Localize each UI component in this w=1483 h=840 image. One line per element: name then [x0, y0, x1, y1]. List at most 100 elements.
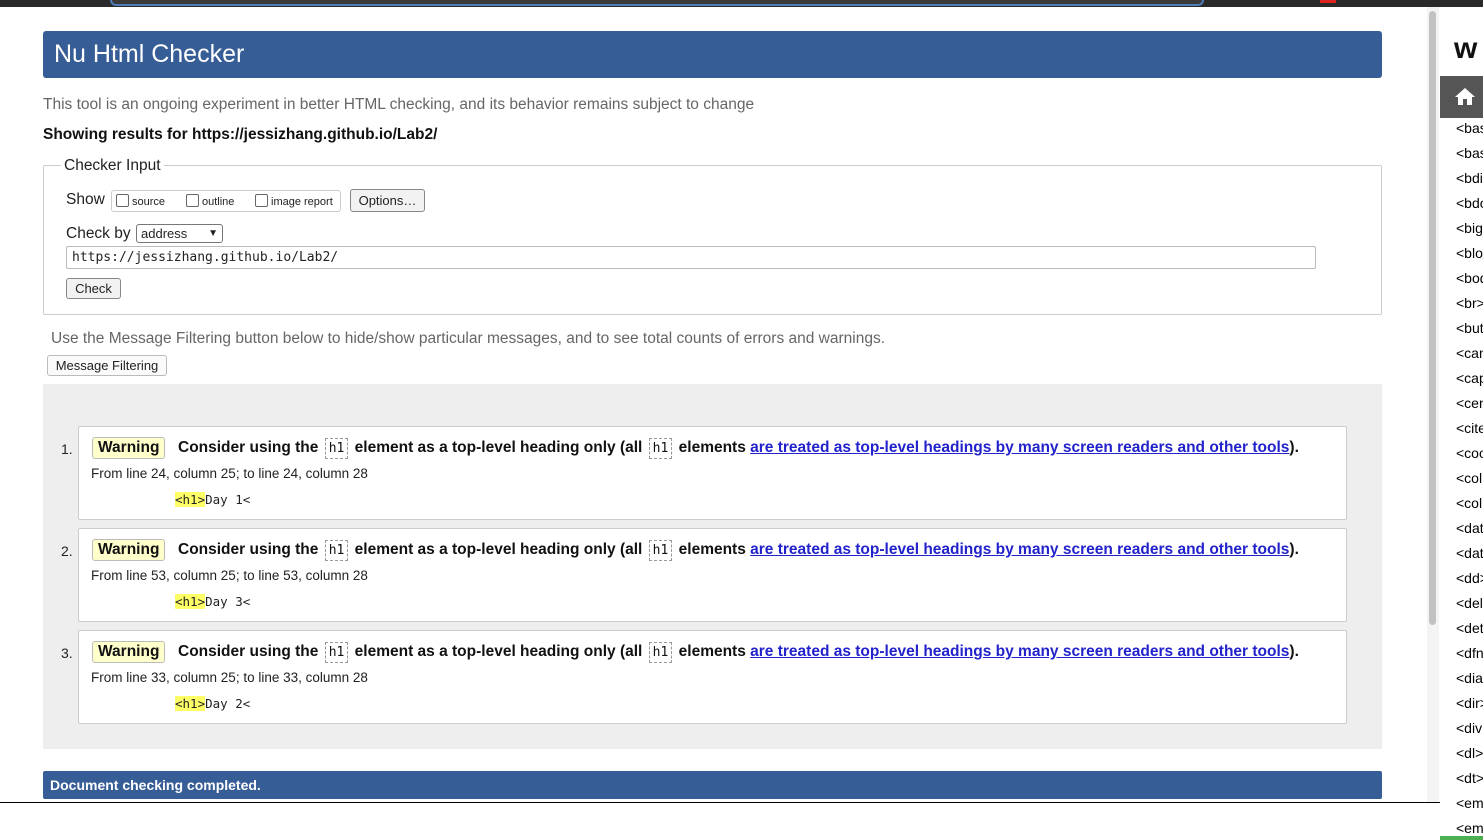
- tag-list-item[interactable]: <dia: [1456, 670, 1483, 686]
- screen-readers-link[interactable]: are treated as top-level headings by man…: [750, 643, 1289, 660]
- checker-input-fieldset: Checker Input Show source outline image …: [43, 157, 1382, 315]
- screen-readers-link[interactable]: are treated as top-level headings by man…: [750, 439, 1289, 456]
- message-text: Consider using the h1 element as a top-l…: [178, 438, 1299, 459]
- tag-list-item[interactable]: <cen: [1456, 395, 1483, 411]
- status-bar: Document checking completed.: [43, 771, 1382, 799]
- checkbox-icon[interactable]: [116, 194, 129, 207]
- tag-list-item[interactable]: <dir>: [1456, 695, 1483, 711]
- source-checkbox[interactable]: source: [116, 194, 165, 208]
- tag-list-item[interactable]: <dfn: [1456, 645, 1483, 661]
- divider: [0, 802, 1440, 803]
- checkbox-icon[interactable]: [186, 194, 199, 207]
- tag-list-item[interactable]: <br>: [1456, 295, 1483, 311]
- tag-list-item[interactable]: <del: [1456, 595, 1483, 611]
- tag-list-item[interactable]: <em: [1456, 795, 1483, 811]
- reference-side-panel: w <bas <bas <bdi <bdo <big <blo <bod <br> <but <c…: [1440, 7, 1483, 840]
- message-location: From line 24, column 25; to line 24, col…: [91, 466, 368, 481]
- warning-badge: Warning: [92, 539, 166, 561]
- tag-list-item[interactable]: <dd>: [1456, 570, 1483, 586]
- tag-list-item[interactable]: <dat: [1456, 545, 1483, 561]
- tag-list-item[interactable]: <bod: [1456, 270, 1483, 286]
- bottom-strip: [0, 802, 1440, 840]
- message-text-part: Consider using the: [178, 541, 319, 558]
- code-extract: <h1>Day 2<: [175, 696, 250, 711]
- tag-list-item[interactable]: <col: [1456, 495, 1482, 511]
- chevron-down-icon: ▼: [208, 228, 218, 239]
- tag-list-item[interactable]: <but: [1456, 320, 1483, 336]
- warning-badge: Warning: [92, 641, 166, 663]
- extract-highlight: <h1>: [175, 492, 206, 507]
- code-token: h1: [324, 438, 349, 459]
- message-text: Consider using the h1 element as a top-l…: [178, 642, 1299, 663]
- message-text-part: Consider using the: [178, 439, 319, 456]
- message-text: Consider using the h1 element as a top-l…: [178, 540, 1299, 561]
- address-bar[interactable]: [110, 0, 1204, 6]
- extract-highlight: <h1>: [175, 696, 206, 711]
- message-location: From line 53, column 25; to line 53, col…: [91, 568, 368, 583]
- screen-readers-link[interactable]: are treated as top-level headings by man…: [750, 541, 1289, 558]
- message-item: 3. Warning Consider using the h1 element…: [61, 630, 1347, 724]
- main-scrollbar[interactable]: [1427, 7, 1439, 802]
- check-by-select[interactable]: address ▼: [136, 224, 223, 243]
- check-by-value: address: [141, 226, 188, 241]
- tag-list-item[interactable]: <dt>: [1456, 770, 1483, 786]
- url-input[interactable]: https://jessizhang.github.io/Lab2/: [66, 246, 1316, 269]
- showing-results: Showing results for https://jessizhang.g…: [43, 126, 438, 143]
- filter-instructions: Use the Message Filtering button below t…: [51, 330, 886, 347]
- results-panel: 1. Warning Consider using the h1 element…: [43, 384, 1382, 749]
- tag-list-item[interactable]: <col: [1456, 470, 1482, 486]
- tag-list-item[interactable]: <dat: [1456, 520, 1483, 536]
- tag-list-item[interactable]: <div: [1456, 720, 1482, 736]
- home-button[interactable]: [1440, 76, 1483, 118]
- home-icon: [1455, 88, 1475, 105]
- message-item: 1. Warning Consider using the h1 element…: [61, 426, 1347, 520]
- options-button[interactable]: Options…: [350, 189, 425, 212]
- message-text-part: ).: [1289, 439, 1299, 456]
- outline-checkbox-label: outline: [202, 196, 235, 208]
- status-text: Document checking completed.: [50, 777, 261, 793]
- page-title: Nu Html Checker: [54, 40, 245, 68]
- tag-list-item[interactable]: <cap: [1456, 370, 1483, 386]
- message-filtering-button[interactable]: Message Filtering: [47, 355, 167, 376]
- tag-list-item[interactable]: <dl>: [1456, 745, 1483, 761]
- record-indicator: [1320, 0, 1336, 3]
- message-text-part: element as a top-level heading only (all: [354, 439, 643, 456]
- tag-list-item[interactable]: <can: [1456, 345, 1483, 361]
- tag-list-item[interactable]: <bdi: [1456, 170, 1483, 186]
- code-token: h1: [648, 540, 673, 561]
- tag-list-item[interactable]: <blo: [1456, 245, 1483, 261]
- checkbox-icon[interactable]: [255, 194, 268, 207]
- tag-list-item[interactable]: <big: [1456, 220, 1483, 236]
- scrollbar-thumb[interactable]: [1429, 11, 1436, 625]
- extract-highlight: <h1>: [175, 594, 206, 609]
- code-token: h1: [648, 642, 673, 663]
- tag-list-item[interactable]: <det: [1456, 620, 1483, 636]
- tag-list-item[interactable]: <bas: [1456, 145, 1483, 161]
- message-number: 3.: [61, 645, 73, 661]
- page-header: Nu Html Checker: [43, 31, 1382, 78]
- message-text-part: ).: [1289, 541, 1299, 558]
- extract-text: Day 1<: [205, 492, 251, 507]
- extract-text: Day 3<: [205, 594, 251, 609]
- check-button[interactable]: Check: [66, 278, 121, 299]
- message-text-part: elements: [678, 541, 746, 558]
- code-token: h1: [324, 540, 349, 561]
- message-number: 2.: [61, 543, 73, 559]
- tag-list-item[interactable]: <bas: [1456, 120, 1483, 136]
- accent-strip: [1440, 836, 1483, 840]
- image-report-checkbox-label: image report: [271, 196, 333, 208]
- message-text-part: elements: [678, 439, 746, 456]
- checker-input-legend: Checker Input: [61, 157, 164, 175]
- browser-top-bar: [0, 0, 1483, 7]
- tag-list-item[interactable]: <cite: [1456, 420, 1483, 436]
- code-extract: <h1>Day 3<: [175, 594, 250, 609]
- site-logo[interactable]: w: [1454, 32, 1477, 66]
- tag-list-item[interactable]: <em: [1456, 820, 1483, 836]
- image-report-checkbox[interactable]: image report: [255, 194, 333, 208]
- intro-text: This tool is an ongoing experiment in be…: [43, 96, 755, 113]
- outline-checkbox[interactable]: outline: [186, 194, 234, 208]
- tag-list-item[interactable]: <bdo: [1456, 195, 1483, 211]
- tag-list-item[interactable]: <coo: [1456, 445, 1483, 461]
- warning-badge: Warning: [92, 437, 166, 459]
- message-text-part: ).: [1289, 643, 1299, 660]
